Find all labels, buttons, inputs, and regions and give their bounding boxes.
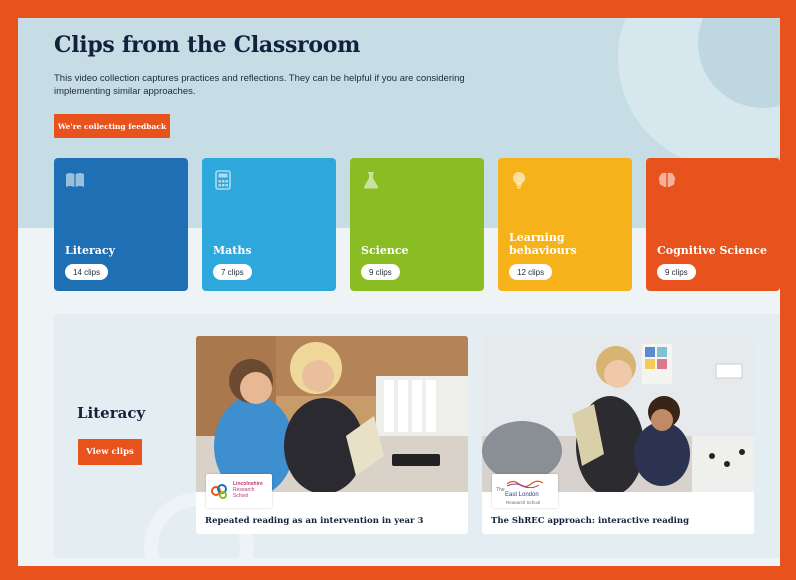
category-tile-cognitive-science[interactable]: Cognitive Science 9 clips <box>646 158 780 291</box>
east-london-logo-icon <box>506 480 544 488</box>
lightbulb-icon <box>513 172 525 189</box>
clip-count-badge: 7 clips <box>213 264 252 280</box>
lincolnshire-logo-icon <box>211 484 227 499</box>
category-label: Cognitive Science <box>657 244 767 257</box>
featured-collection: Literacy View clips Lincolnshire Researc… <box>54 314 780 558</box>
category-label: Literacy <box>65 244 116 257</box>
video-card[interactable]: Lincolnshire Research School Repeated re… <box>196 336 468 534</box>
featured-collection-title: Literacy <box>77 404 146 422</box>
category-tile-maths[interactable]: Maths 7 clips <box>202 158 336 291</box>
category-label: Science <box>361 244 409 257</box>
calculator-icon <box>215 170 231 190</box>
video-card[interactable]: The East London Research School The ShRE… <box>482 336 754 534</box>
video-card-title: The ShREC approach: interactive reading <box>491 516 690 526</box>
category-tile-science[interactable]: Science 9 clips <box>350 158 484 291</box>
logo-line: The <box>496 487 505 493</box>
clip-count-badge: 14 clips <box>65 264 109 280</box>
view-clips-button[interactable]: View clips <box>78 439 142 465</box>
school-logo: The East London Research School <box>492 474 558 508</box>
feedback-button[interactable]: We're collecting feedback <box>54 114 170 138</box>
category-label: Maths <box>213 244 252 257</box>
brain-icon <box>658 172 676 188</box>
video-thumbnail <box>482 336 754 492</box>
logo-line: School <box>233 493 249 499</box>
category-tile-learning-behaviours[interactable]: Learning behaviours 12 clips <box>498 158 632 291</box>
logo-line: East London <box>505 492 539 498</box>
flask-icon <box>363 172 379 189</box>
video-card-title: Repeated reading as an intervention in y… <box>205 516 424 526</box>
category-tile-literacy[interactable]: Literacy 14 clips <box>54 158 188 291</box>
page-intro: This video collection captures practices… <box>54 73 465 97</box>
school-logo: Lincolnshire Research School <box>206 474 272 508</box>
book-icon <box>66 173 84 187</box>
page-title: Clips from the Classroom <box>54 32 361 58</box>
clip-count-badge: 9 clips <box>657 264 696 280</box>
page-frame: Clips from the Classroom This video coll… <box>18 18 780 566</box>
clip-count-badge: 12 clips <box>509 264 553 280</box>
logo-line: Research School <box>506 500 541 505</box>
video-thumbnail <box>196 336 468 492</box>
category-label: Learning behaviours <box>509 231 577 257</box>
clip-count-badge: 9 clips <box>361 264 400 280</box>
